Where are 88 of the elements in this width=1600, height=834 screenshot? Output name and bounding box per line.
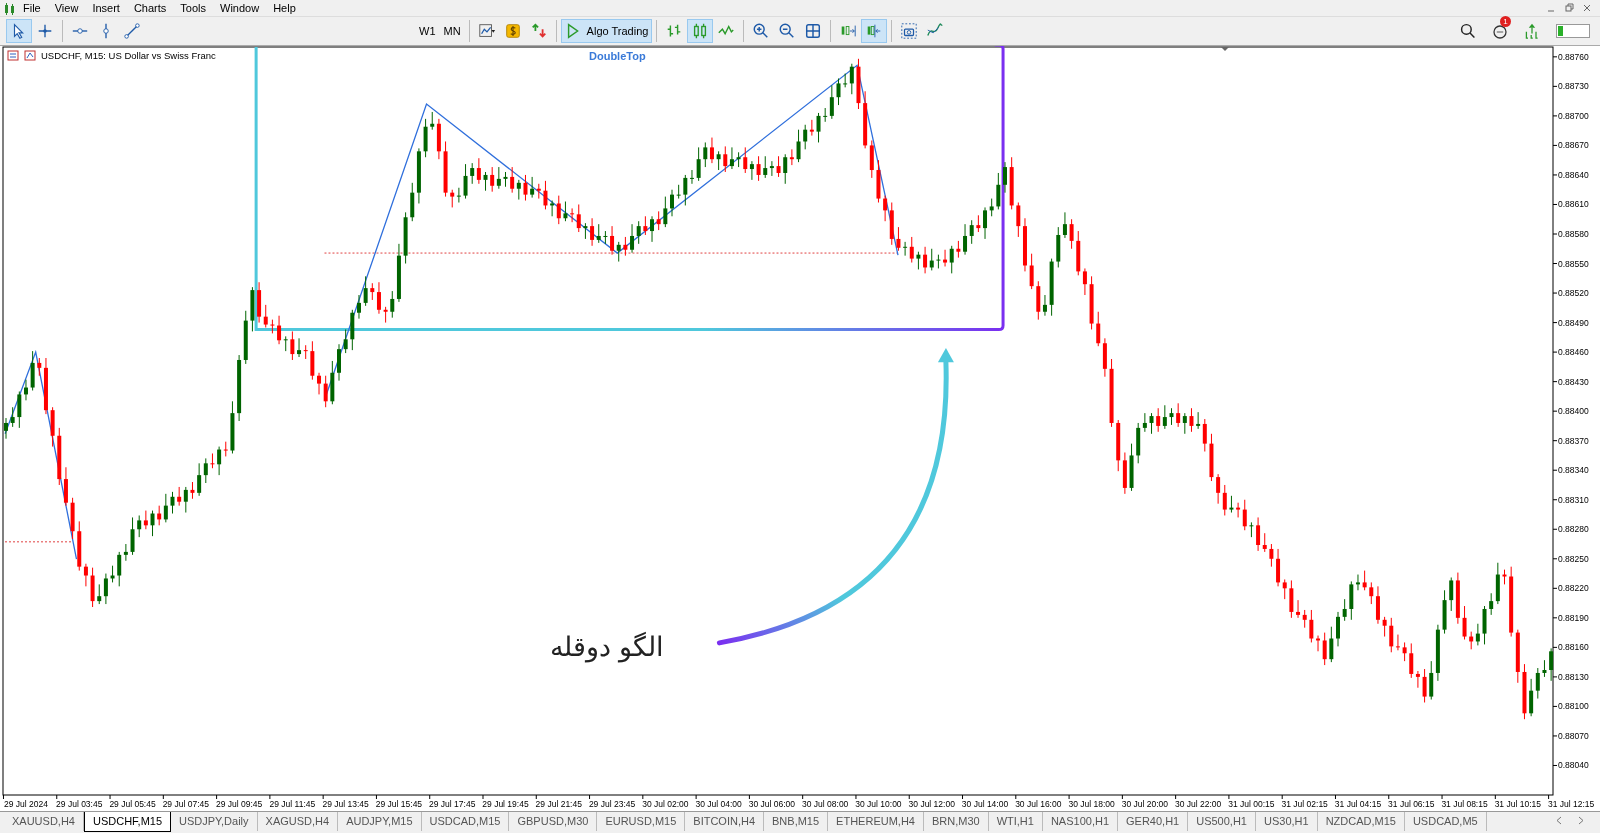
price-label: 0.88610 (1558, 199, 1589, 210)
price-label: 0.88520 (1558, 288, 1589, 299)
symbol-tab[interactable]: NZDCAD,M15 (1317, 812, 1405, 831)
price-label: 0.88760 (1558, 51, 1589, 62)
price-label: 0.88250 (1558, 553, 1589, 564)
time-label: 30 Jul 06:00 (748, 799, 796, 809)
time-label: 31 Jul 02:15 (1281, 799, 1328, 809)
symbol-tab[interactable]: EURUSD,M15 (597, 812, 686, 831)
time-label: 31 Jul 08:15 (1441, 799, 1488, 809)
price-label: 0.88490 (1558, 317, 1589, 328)
menu-item[interactable]: View (47, 0, 86, 16)
time-label: 30 Jul 20:00 (1121, 799, 1168, 809)
symbol-tab[interactable]: USDCAD,M5 (1404, 812, 1487, 831)
price-label: 0.88700 (1558, 110, 1589, 121)
time-label: 29 Jul 11:45 (269, 799, 316, 809)
symbol-tab[interactable]: US500,H1 (1188, 812, 1256, 831)
algo-trading-button[interactable]: Algo Trading (560, 19, 653, 43)
price-label: 0.88550 (1558, 258, 1589, 269)
time-label: 30 Jul 12:00 (908, 799, 955, 809)
symbol-tab[interactable]: GER40,H1 (1118, 812, 1189, 831)
time-label: 31 Jul 06:15 (1388, 799, 1435, 809)
time-label: 30 Jul 16:00 (1015, 799, 1062, 809)
time-label: 31 Jul 04:15 (1334, 799, 1382, 809)
price-label: 0.88070 (1558, 730, 1589, 741)
time-label: 30 Jul 02:00 (642, 799, 689, 809)
time-label: 30 Jul 18:00 (1068, 799, 1115, 809)
price-label: 0.88460 (1558, 347, 1589, 358)
time-label: 31 Jul 12:15 (1547, 799, 1595, 809)
time-label: 29 Jul 17:45 (429, 799, 476, 809)
menu-item[interactable]: File (16, 0, 48, 16)
symbol-tab[interactable]: WTI,H1 (988, 812, 1043, 831)
price-label: 0.88400 (1558, 406, 1589, 417)
price-label: 0.88370 (1558, 435, 1589, 446)
pattern-annotation: الگو دوقله (550, 632, 664, 663)
menu-item[interactable]: Tools (173, 0, 213, 16)
price-label: 0.88670 (1558, 140, 1589, 151)
time-label: 29 Jul 15:45 (375, 799, 423, 809)
timeframe-button[interactable]: MN (439, 19, 465, 43)
time-label: 29 Jul 07:45 (162, 799, 209, 809)
symbol-tab[interactable]: US30,H1 (1256, 812, 1318, 831)
time-label: 30 Jul 14:00 (961, 799, 1009, 809)
timeframe-button[interactable]: W1 (415, 19, 440, 43)
time-label: 29 Jul 2024 (4, 799, 48, 809)
price-label: 0.88340 (1558, 465, 1589, 476)
symbol-tab[interactable]: GBPUSD,M30 (509, 812, 598, 831)
time-label: 31 Jul 10:15 (1494, 799, 1541, 809)
time-label: 30 Jul 22:00 (1175, 799, 1222, 809)
price-label: 0.88040 (1558, 760, 1589, 771)
time-label: 29 Jul 23:45 (588, 799, 636, 809)
indicator-label: DoubleTop (589, 50, 646, 63)
price-label: 0.88430 (1558, 376, 1589, 387)
price-label: 0.88160 (1558, 642, 1589, 653)
symbol-tab[interactable]: XAUUSD,H4 (4, 812, 84, 831)
time-label: 29 Jul 03:45 (56, 799, 103, 809)
time-label: 29 Jul 09:45 (215, 799, 263, 809)
symbol-tab[interactable]: AUDJPY,M15 (338, 812, 422, 831)
price-label: 0.88730 (1558, 81, 1589, 92)
symbol-tab[interactable]: BNB,M15 (764, 812, 829, 831)
symbol-tab[interactable]: USDCAD,M15 (421, 812, 510, 831)
time-label: 29 Jul 13:45 (322, 799, 369, 809)
time-label: 29 Jul 21:45 (535, 799, 582, 809)
price-label: 0.88280 (1558, 524, 1589, 535)
price-label: 0.88100 (1558, 701, 1589, 712)
price-label: 0.88220 (1558, 583, 1589, 594)
symbol-tab[interactable]: BITCOIN,H4 (685, 812, 765, 831)
price-label: 0.88580 (1558, 229, 1589, 239)
symbol-tab[interactable]: USDJPY,Daily (171, 812, 258, 831)
symbol-tab[interactable]: BRN,M30 (923, 812, 989, 831)
price-label: 0.88130 (1558, 671, 1589, 682)
time-label: 29 Jul 05:45 (109, 799, 156, 809)
time-label: 30 Jul 10:00 (855, 799, 902, 809)
time-label: 30 Jul 04:00 (695, 799, 742, 809)
menu-item[interactable]: Charts (126, 0, 174, 16)
chart-title: USDCHF, M15: US Dollar vs Swiss Franc (41, 50, 216, 61)
time-label: 29 Jul 19:45 (482, 799, 529, 809)
symbol-tab[interactable]: USDCHF,M15 (83, 812, 172, 832)
symbol-tab[interactable]: XAGUSD,H4 (257, 812, 339, 831)
symbol-tab[interactable]: ETHEREUM,H4 (828, 812, 924, 831)
menu-item[interactable]: Window (213, 0, 267, 16)
time-label: 31 Jul 00:15 (1228, 799, 1275, 809)
notification-count: 1 (1500, 16, 1511, 27)
menu-item[interactable]: Help (266, 0, 303, 16)
price-label: 0.88310 (1558, 494, 1589, 505)
time-label: 30 Jul 08:00 (802, 799, 849, 809)
menu-item[interactable]: Insert (85, 0, 127, 16)
price-label: 0.88640 (1558, 169, 1589, 180)
symbol-tab[interactable]: NAS100,H1 (1042, 812, 1118, 831)
price-label: 0.88190 (1558, 612, 1589, 623)
